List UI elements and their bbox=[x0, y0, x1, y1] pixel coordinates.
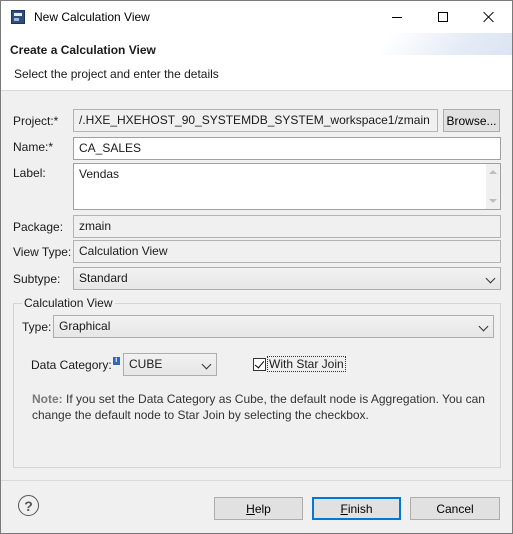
chevron-down-icon bbox=[485, 273, 496, 284]
data-category-label-text: Data Category: bbox=[31, 358, 112, 372]
chevron-down-icon bbox=[201, 359, 212, 370]
note-body: If you set the Data Category as Cube, th… bbox=[32, 392, 485, 422]
close-icon bbox=[483, 11, 495, 23]
banner-decoration bbox=[374, 33, 512, 55]
type-value: Graphical bbox=[59, 319, 111, 333]
subtype-value: Standard bbox=[79, 271, 128, 285]
title-bar: New Calculation View bbox=[1, 1, 512, 33]
subtype-label: Subtype: bbox=[13, 272, 61, 286]
label-textarea-value: Vendas bbox=[79, 167, 120, 181]
finish-button-label: Finish bbox=[340, 501, 373, 516]
browse-button[interactable]: Browse... bbox=[443, 109, 500, 132]
note-label: Note: bbox=[32, 392, 63, 406]
scroll-down-icon bbox=[489, 199, 497, 203]
subtype-select[interactable]: Standard bbox=[73, 267, 501, 290]
maximize-button[interactable] bbox=[420, 1, 466, 33]
info-icon[interactable]: i bbox=[112, 357, 120, 365]
scroll-up-icon bbox=[489, 170, 497, 174]
name-input[interactable]: CA_SALES bbox=[73, 137, 501, 160]
data-category-value: CUBE bbox=[129, 357, 163, 371]
cancel-button-label: Cancel bbox=[436, 501, 474, 516]
label-label: Label: bbox=[13, 166, 46, 180]
group-title: Calculation View bbox=[22, 296, 115, 310]
minimize-icon bbox=[392, 16, 402, 18]
help-icon[interactable]: ? bbox=[18, 495, 39, 516]
app-icon bbox=[11, 10, 25, 24]
project-field[interactable]: /.HXE_HXEHOST_90_SYSTEMDB_SYSTEM_workspa… bbox=[73, 109, 438, 132]
maximize-icon bbox=[438, 12, 448, 22]
help-button[interactable]: Help bbox=[214, 497, 303, 520]
close-button[interactable] bbox=[466, 1, 512, 33]
label-scrollbar[interactable] bbox=[486, 164, 500, 209]
label-textarea[interactable]: Vendas bbox=[73, 163, 501, 210]
footer-separator bbox=[1, 480, 512, 481]
type-label: Type: bbox=[22, 320, 52, 334]
window-title: New Calculation View bbox=[34, 10, 150, 24]
data-category-select[interactable]: CUBE bbox=[123, 353, 217, 376]
package-field: zmain bbox=[73, 215, 501, 238]
finish-button[interactable]: Finish bbox=[312, 497, 401, 520]
package-label: Package: bbox=[13, 220, 64, 234]
cancel-button[interactable]: Cancel bbox=[410, 497, 500, 520]
header-banner: Create a Calculation View Select the pro… bbox=[1, 33, 512, 91]
chevron-down-icon bbox=[478, 321, 489, 332]
note-text: Note: If you set the Data Category as Cu… bbox=[32, 391, 487, 423]
name-label: Name:* bbox=[13, 140, 54, 154]
page-description: Select the project and enter the details bbox=[14, 67, 219, 81]
minimize-button[interactable] bbox=[374, 1, 420, 33]
star-join-checkbox[interactable] bbox=[253, 358, 266, 371]
project-label: Project:* bbox=[13, 114, 59, 128]
type-select[interactable]: Graphical bbox=[53, 315, 494, 338]
view-type-field: Calculation View bbox=[73, 240, 501, 263]
data-category-label: Data Category: i bbox=[31, 357, 120, 372]
page-title: Create a Calculation View bbox=[10, 43, 156, 57]
star-join-label[interactable]: With Star Join bbox=[267, 356, 346, 372]
dialog-window: New Calculation View Create a Calculatio… bbox=[0, 0, 513, 534]
view-type-label: View Type: bbox=[13, 245, 72, 259]
help-button-label: Help bbox=[246, 501, 271, 516]
